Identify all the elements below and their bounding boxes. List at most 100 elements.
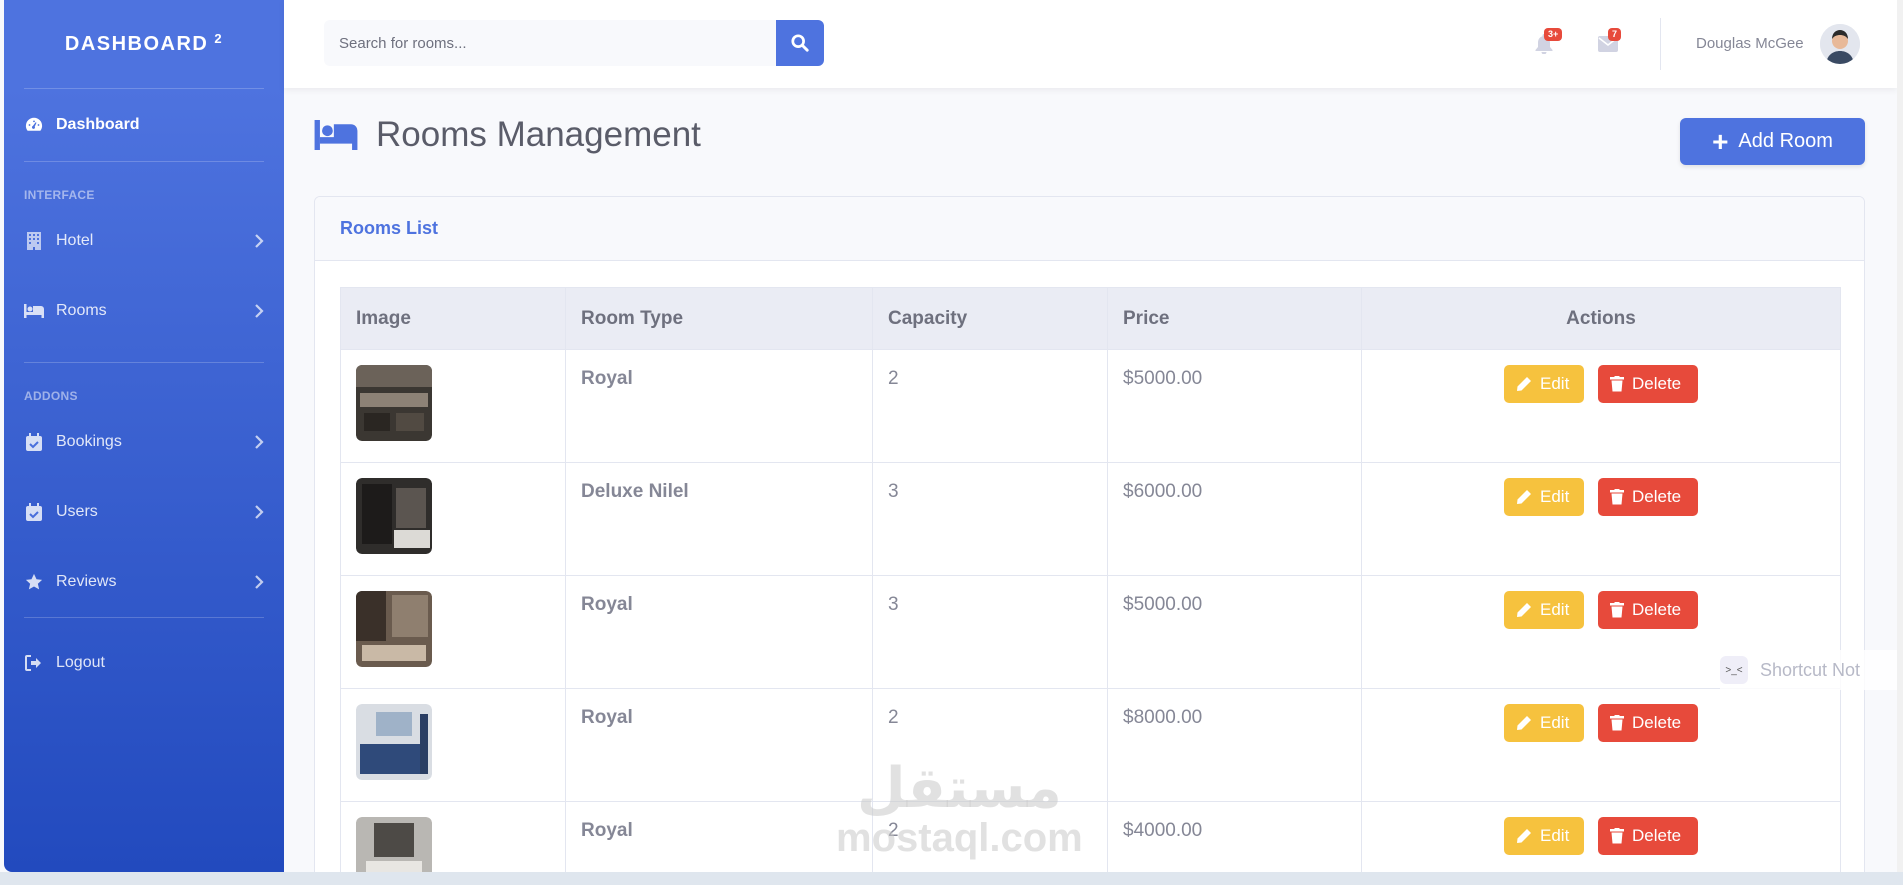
watermark: مستقل mostaql.com	[836, 756, 1083, 860]
messages-badge: 7	[1608, 28, 1622, 41]
column-header-actions: Actions	[1361, 287, 1841, 350]
add-room-button[interactable]: + Add Room	[1680, 118, 1865, 165]
add-room-label: Add Room	[1738, 130, 1833, 152]
edit-button[interactable]: Edit	[1504, 591, 1584, 629]
sidebar-item-label: Users	[56, 503, 98, 520]
edit-button[interactable]: Edit	[1504, 817, 1584, 855]
watermark-arabic: مستقل	[856, 756, 1062, 819]
pencil-icon	[1517, 603, 1531, 617]
image-cell	[340, 575, 566, 689]
delete-button[interactable]: Delete	[1598, 591, 1698, 629]
trash-icon	[1610, 602, 1624, 618]
search-group	[324, 20, 824, 66]
sidebar-item-reviews[interactable]: Reviews	[4, 547, 284, 617]
sign-out-icon	[24, 653, 44, 673]
table-row: Royal 3 $5000.00 Edit Delete	[340, 575, 1841, 689]
sidebar-item-label: Hotel	[56, 232, 94, 249]
star-icon	[24, 572, 44, 592]
sidebar-item-logout[interactable]: Logout	[4, 618, 284, 708]
sidebar-item-rooms[interactable]: Rooms	[4, 276, 284, 346]
sidebar-item-hotel[interactable]: Hotel	[4, 206, 284, 276]
image-cell	[340, 462, 566, 576]
sidebar-item-label: Bookings	[56, 433, 122, 450]
shortcut-text: Shortcut Not	[1760, 659, 1861, 680]
chevron-right-icon	[254, 505, 264, 519]
shortcut-notification[interactable]: >_< Shortcut Not	[1720, 650, 1900, 690]
room-thumbnail[interactable]	[356, 704, 432, 780]
horizontal-scrollbar[interactable]	[0, 872, 1903, 885]
sidebar-item-label: Logout	[56, 654, 105, 671]
edit-button[interactable]: Edit	[1504, 704, 1584, 742]
table-row: Royal 2 $8000.00 Edit Delete	[340, 688, 1841, 802]
tachometer-icon	[24, 115, 44, 135]
page-header: Rooms Management	[314, 115, 701, 155]
chevron-right-icon	[254, 234, 264, 248]
room-thumbnail[interactable]	[356, 365, 432, 441]
pencil-icon	[1517, 716, 1531, 730]
sidebar-heading-interface: INTERFACE	[24, 188, 95, 202]
avatar[interactable]	[1820, 24, 1860, 64]
calendar-check-icon	[24, 502, 44, 522]
image-cell	[340, 349, 566, 463]
vertical-scrollbar[interactable]	[1897, 0, 1903, 872]
room-thumbnail[interactable]	[356, 591, 432, 667]
image-cell	[340, 688, 566, 802]
edit-label: Edit	[1540, 713, 1570, 732]
column-header-image: Image	[340, 287, 566, 350]
sidebar-item-dashboard[interactable]: Dashboard	[4, 89, 284, 161]
trash-icon	[1610, 489, 1624, 505]
sidebar-item-label: Dashboard	[56, 116, 140, 133]
delete-button[interactable]: Delete	[1598, 365, 1698, 403]
chevron-right-icon	[254, 435, 264, 449]
page-title: Rooms Management	[376, 115, 701, 154]
card-header: Rooms List	[315, 197, 1864, 261]
sidebar-brand[interactable]: DASHBOARD 2	[4, 0, 284, 88]
actions-cell: Edit Delete	[1361, 349, 1841, 463]
topbar: 3+ 7 Douglas McGee	[284, 0, 1897, 88]
brand-text: DASHBOARD	[64, 32, 209, 55]
user-name[interactable]: Douglas McGee	[1696, 35, 1804, 52]
watermark-url: mostaql.com	[836, 816, 1083, 860]
chevron-right-icon	[254, 304, 264, 318]
edit-label: Edit	[1540, 826, 1570, 845]
table-row: Deluxe Nilel 3 $6000.00 Edit Delete	[340, 462, 1841, 576]
rooms-card: Rooms List Image Room Type Capacity Pric…	[314, 196, 1865, 885]
rooms-table: Image Room Type Capacity Price Actions R…	[340, 287, 1841, 885]
trash-icon	[1610, 828, 1624, 844]
sidebar-item-label: Rooms	[56, 302, 107, 319]
pencil-icon	[1517, 377, 1531, 391]
edit-button[interactable]: Edit	[1504, 365, 1584, 403]
room-thumbnail[interactable]	[356, 478, 432, 554]
sidebar-item-bookings[interactable]: Bookings	[4, 407, 284, 477]
actions-cell: Edit Delete	[1361, 462, 1841, 576]
pencil-icon	[1517, 829, 1531, 843]
edit-label: Edit	[1540, 374, 1570, 393]
messages-button[interactable]: 7	[1594, 28, 1622, 58]
edit-label: Edit	[1540, 487, 1570, 506]
room-type-cell: Royal	[565, 688, 873, 802]
delete-label: Delete	[1632, 374, 1682, 393]
delete-button[interactable]: Delete	[1598, 704, 1698, 742]
delete-label: Delete	[1632, 600, 1682, 619]
edit-label: Edit	[1540, 600, 1570, 619]
delete-label: Delete	[1632, 713, 1682, 732]
sidebar-item-users[interactable]: Users	[4, 477, 284, 547]
search-input[interactable]	[324, 20, 776, 66]
trash-icon	[1610, 715, 1624, 731]
delete-label: Delete	[1632, 487, 1682, 506]
brand-sup: 2	[214, 30, 224, 46]
pencil-icon	[1517, 490, 1531, 504]
delete-label: Delete	[1632, 826, 1682, 845]
building-icon	[24, 231, 44, 251]
delete-button[interactable]: Delete	[1598, 478, 1698, 516]
edit-button[interactable]: Edit	[1504, 478, 1584, 516]
capacity-cell: 3	[872, 462, 1108, 576]
capacity-cell: 3	[872, 575, 1108, 689]
search-button[interactable]	[776, 20, 824, 66]
delete-button[interactable]: Delete	[1598, 817, 1698, 855]
calendar-check-icon	[24, 432, 44, 452]
alerts-button[interactable]: 3+	[1530, 28, 1563, 58]
topbar-divider	[1660, 18, 1661, 70]
room-type-cell: Royal	[565, 349, 873, 463]
price-cell: $5000.00	[1107, 575, 1362, 689]
